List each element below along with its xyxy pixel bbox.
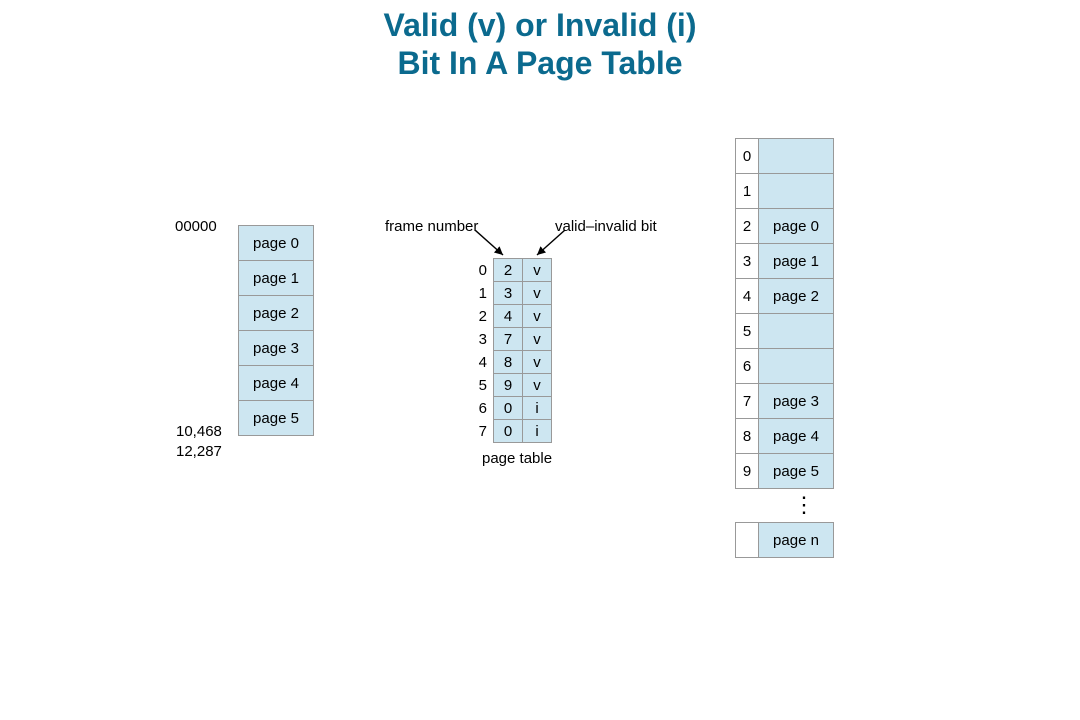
pt-frame: 8 [494,351,523,374]
title-line-2: Bit In A Page Table [397,45,682,81]
pt-bit: v [523,374,552,397]
pt-bit: v [523,282,552,305]
frame-cell [759,174,834,209]
frame-cell: page 3 [759,384,834,419]
pt-bit: i [523,420,552,443]
frame-index: 8 [736,419,759,454]
pt-frame: 3 [494,282,523,305]
physical-memory-tail: page n [735,522,834,558]
page-table-caption: page table [482,450,552,467]
valid-invalid-bit-label: valid–invalid bit [555,218,657,235]
pt-index: 4 [465,351,494,374]
logical-page-cell: page 5 [239,401,314,436]
addr-label-high: 12,287 [176,443,222,460]
logical-page-cell: page 1 [239,261,314,296]
page-table: 02v 13v 24v 37v 48v 59v 60i 70i [465,258,552,443]
frame-cell: page 1 [759,244,834,279]
slide-title: Valid (v) or Invalid (i) Bit In A Page T… [0,6,1080,83]
logical-page-cell: page 4 [239,366,314,401]
frame-cell [759,349,834,384]
frame-index: 9 [736,454,759,489]
ellipsis-icon: ⋮ [793,492,817,518]
frame-cell: page n [759,523,834,558]
pt-frame: 0 [494,397,523,420]
frame-cell [759,139,834,174]
frame-index: 2 [736,209,759,244]
pt-index: 6 [465,397,494,420]
logical-address-table: page 0 page 1 page 2 page 3 page 4 page … [238,225,314,436]
logical-page-cell: page 3 [239,331,314,366]
pt-index: 0 [465,259,494,282]
pt-frame: 2 [494,259,523,282]
pt-index: 3 [465,328,494,351]
frame-index: 3 [736,244,759,279]
addr-label-mid: 10,468 [176,423,222,440]
pt-frame: 4 [494,305,523,328]
pt-bit: v [523,328,552,351]
frame-cell [759,314,834,349]
frame-cell: page 5 [759,454,834,489]
frame-index: 5 [736,314,759,349]
pt-bit: v [523,305,552,328]
pt-bit: v [523,259,552,282]
title-line-1: Valid (v) or Invalid (i) [384,7,697,43]
pt-bit: i [523,397,552,420]
frame-index [736,523,759,558]
frame-index: 7 [736,384,759,419]
frame-cell: page 4 [759,419,834,454]
pt-index: 7 [465,420,494,443]
frame-index: 1 [736,174,759,209]
pt-bit: v [523,351,552,374]
pt-index: 1 [465,282,494,305]
diagram-area: 00000 page 0 page 1 page 2 page 3 page 4… [210,130,880,680]
pt-index: 5 [465,374,494,397]
pt-frame: 0 [494,420,523,443]
pt-frame: 9 [494,374,523,397]
frame-cell: page 2 [759,279,834,314]
physical-memory-table: 0 1 2page 0 3page 1 4page 2 5 6 7page 3 … [735,138,834,489]
frame-index: 4 [736,279,759,314]
frame-number-label: frame number [385,218,478,235]
frame-cell: page 0 [759,209,834,244]
logical-page-cell: page 0 [239,226,314,261]
slide: Valid (v) or Invalid (i) Bit In A Page T… [0,0,1080,720]
pt-index: 2 [465,305,494,328]
logical-page-cell: page 2 [239,296,314,331]
frame-index: 6 [736,349,759,384]
pt-frame: 7 [494,328,523,351]
addr-label-low: 00000 [175,218,217,235]
frame-index: 0 [736,139,759,174]
